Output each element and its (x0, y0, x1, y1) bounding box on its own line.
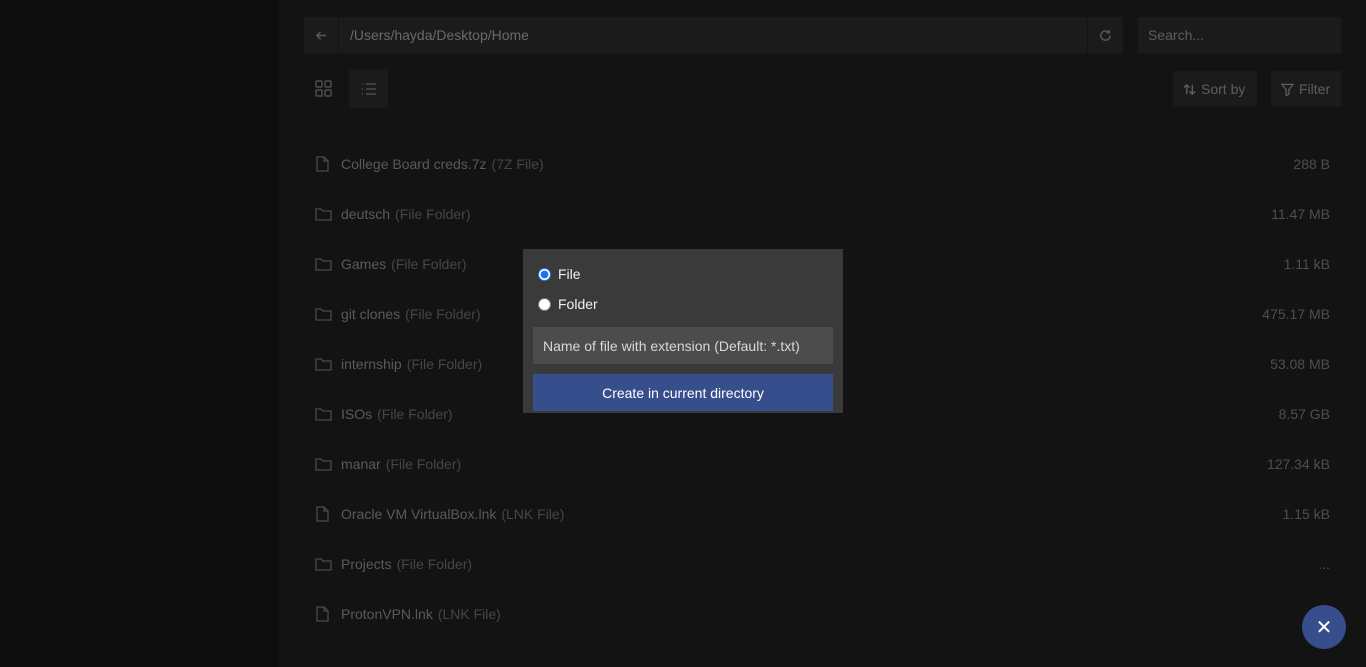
file-type: (7Z File) (491, 156, 544, 172)
list-view-button[interactable] (349, 69, 388, 108)
file-type: (File Folder) (391, 256, 467, 272)
folder-icon (315, 205, 333, 223)
file-size: ... (1318, 556, 1330, 572)
folder-option-label[interactable]: Folder (558, 296, 598, 312)
sort-button[interactable]: Sort by (1173, 71, 1257, 107)
sort-icon (1183, 83, 1196, 95)
path-bar: /Users/hayda/Desktop/Home (304, 17, 1123, 53)
arrow-left-icon (315, 30, 326, 40)
file-icon (315, 155, 333, 173)
file-row[interactable]: deutsch (File Folder) 11.47 MB (304, 189, 1341, 239)
file-icon (315, 605, 333, 623)
file-type: (LNK File) (501, 506, 565, 522)
filter-button[interactable]: Filter (1271, 71, 1341, 107)
file-name: College Board creds.7z (341, 156, 487, 172)
file-radio[interactable] (538, 267, 551, 281)
file-type: (File Folder) (406, 356, 483, 372)
filename-input[interactable] (533, 327, 833, 364)
file-size: 53.08 MB (1270, 356, 1330, 372)
search-box (1138, 17, 1341, 53)
folder-radio[interactable] (538, 297, 551, 311)
file-name: Projects (341, 556, 392, 572)
file-type: (File Folder) (377, 406, 453, 422)
back-button[interactable] (304, 17, 339, 53)
folder-icon (315, 255, 333, 273)
file-size: 8.57 GB (1278, 406, 1330, 422)
sidebar (0, 0, 279, 667)
file-size: 1.11 kB (1283, 256, 1330, 272)
folder-icon (315, 555, 333, 573)
file-size: 127.34 kB (1266, 456, 1330, 472)
file-row[interactable]: Projects (File Folder)... (304, 539, 1341, 589)
folder-icon (315, 355, 333, 373)
filter-label: Filter (1299, 81, 1331, 97)
grid-view-button[interactable] (304, 69, 343, 108)
close-icon: ✕ (1315, 616, 1333, 639)
file-row[interactable]: Oracle VM VirtualBox.lnk (LNK File) 1.15 k… (304, 489, 1341, 539)
current-path[interactable]: /Users/hayda/Desktop/Home (339, 27, 1087, 43)
file-type: (File Folder) (405, 306, 481, 322)
create-dialog: File Folder Create in current directory (523, 249, 843, 413)
file-name: Games (341, 256, 387, 272)
file-name: deutsch (341, 206, 391, 222)
folder-icon (315, 405, 333, 423)
file-name: ProtonVPN.lnk (341, 606, 433, 622)
file-row[interactable]: manar (File Folder) 127.34 kB (304, 439, 1341, 489)
folder-icon (315, 305, 333, 323)
sort-label: Sort by (1201, 81, 1246, 97)
folder-option-row: Folder (533, 289, 833, 319)
file-option-row: File (533, 259, 833, 289)
refresh-icon (1100, 29, 1111, 41)
file-size: 475.17 MB (1262, 306, 1330, 322)
file-name: Oracle VM VirtualBox.lnk (341, 506, 497, 522)
create-button[interactable]: Create in current directory (533, 374, 833, 411)
search-input[interactable] (1148, 27, 1341, 43)
file-row[interactable]: College Board creds.7z (7Z File) 288 B (304, 139, 1341, 189)
folder-icon (315, 455, 333, 473)
file-manager-app: /Users/hayda/Desktop/Home Sort by Fi (0, 0, 1366, 667)
grid-icon (315, 80, 332, 97)
file-name: ISOs (341, 406, 373, 422)
close-fab-button[interactable]: ✕ (1302, 605, 1346, 649)
file-name: manar (341, 456, 381, 472)
filter-icon (1281, 83, 1294, 96)
file-name: git clones (341, 306, 401, 322)
file-size: 288 B (1293, 156, 1330, 172)
refresh-button[interactable] (1087, 17, 1123, 53)
file-row[interactable]: ProtonVPN.lnk(LNK File)1.2 (304, 589, 1341, 639)
file-name: internship (341, 356, 402, 372)
list-icon (361, 82, 376, 95)
file-type: (LNK File) (437, 606, 501, 622)
file-type: (File Folder) (396, 556, 473, 572)
file-type: (File Folder) (395, 206, 471, 222)
file-option-label[interactable]: File (558, 266, 581, 282)
file-icon (315, 505, 333, 523)
file-type: (File Folder) (385, 456, 462, 472)
file-size: 1.15 kB (1282, 506, 1330, 522)
file-size: 11.47 MB (1271, 206, 1330, 222)
